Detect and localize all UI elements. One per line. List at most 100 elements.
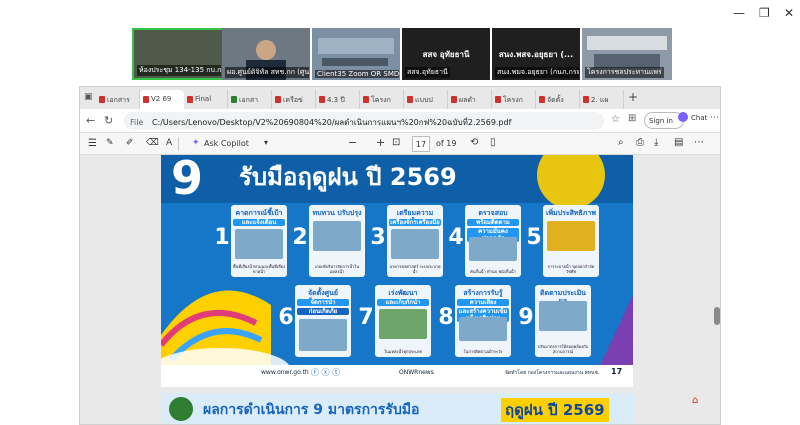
text-icon[interactable]: A <box>166 138 172 148</box>
participant-tile[interactable]: สสจ อุทัยธานี สสจ.อุทัยธานี <box>402 28 490 80</box>
page-number-input[interactable]: 17 <box>412 136 430 152</box>
measure-description: คันกั้นน้ำ ทำนบ พนังกั้นน้ำ <box>470 269 516 274</box>
tab-label: ผลดำ <box>459 96 476 104</box>
save-as-icon[interactable]: ▤ <box>674 137 683 148</box>
find-icon[interactable]: ⌕ <box>618 137 624 148</box>
pdf-more-icon[interactable]: ⋯ <box>694 137 704 148</box>
pdf-icon <box>275 96 281 103</box>
tab-actions-icon[interactable]: ▣ <box>84 92 93 102</box>
ask-copilot-dropdown-icon[interactable]: ▾ <box>264 138 268 147</box>
rotate-icon[interactable]: ⟲ <box>470 137 478 148</box>
fit-page-icon[interactable]: ⊡ <box>392 137 400 148</box>
participant-tile[interactable]: ผอ.ศูนย์ดิจิทัล สทช.กก (ศูนย์กลาง) <box>222 28 310 80</box>
participant-name: Client35 Zoom OR SMDAC <box>315 70 400 78</box>
participant-name: โครงการชลประทานแพร่ <box>585 67 664 78</box>
measure-illustration <box>459 317 507 341</box>
browser-tab[interactable]: ผลดำ <box>448 90 492 109</box>
footer-web: www.onwr.go.th <box>261 369 309 376</box>
measure-illustration <box>235 229 283 259</box>
browser-tab[interactable]: จัดตั้ง <box>536 90 580 109</box>
browser-tab-active[interactable]: V2 69 <box>140 90 184 109</box>
participant-tile[interactable]: Client35 Zoom OR SMDAC <box>312 28 400 80</box>
browser-tab[interactable]: เอกสาร <box>96 90 140 109</box>
measure-card: จัดตั้งศูนย์บัญชาการ จัดการน้ำ ก่อนเกิดภ… <box>295 285 351 357</box>
participant-name: สสจ.อุทัยธานี <box>405 67 450 78</box>
browser-tab[interactable]: โครงก <box>492 90 536 109</box>
erase-icon[interactable]: ⌫ <box>146 138 159 148</box>
pdf-viewer[interactable]: 9 รับมือฤดูฝน ปี 2569 1 คาดการณ์ชี้เป้า … <box>80 155 720 424</box>
zoom-in-button[interactable]: + <box>376 136 385 149</box>
browser-tab[interactable]: โครงก <box>360 90 404 109</box>
print-icon[interactable]: ⎙ <box>636 137 644 148</box>
pdf-icon <box>143 96 149 103</box>
participant-tile[interactable]: สนง.พสจ.อยุธยา (... สนง.พมจ.อยุธยา (กนภ.… <box>492 28 580 80</box>
participant-display-name: สสจ อุทัยธานี <box>422 50 470 59</box>
ask-copilot-button[interactable]: Ask Copilot <box>204 139 249 148</box>
page-total: of 19 <box>436 139 457 148</box>
tab-label: 4.3 ปี <box>327 96 345 104</box>
pdf-icon <box>363 96 369 103</box>
measure-title: เร่งพัฒนา <box>388 289 418 297</box>
back-icon[interactable]: ← <box>86 114 95 127</box>
favorite-icon[interactable]: ☆ <box>611 114 620 125</box>
social-icons: ⓕ ⓧ ⓣ <box>311 368 341 377</box>
browser-tab[interactable]: 2. แผ <box>580 90 624 109</box>
footer-credit: จัดทำโดย กองโครงการและแผนงาน สทนช. <box>505 370 600 376</box>
zoom-out-button[interactable]: − <box>348 136 357 149</box>
measure-subtitle: พร้อมติดตาม <box>467 219 519 226</box>
more-options-icon[interactable]: ⋯ <box>710 113 719 123</box>
browser-tab[interactable]: เอกสา <box>228 90 272 109</box>
measure-number: 1 <box>214 225 230 250</box>
draw-icon[interactable]: ✎ <box>106 138 114 148</box>
measure-illustration <box>469 237 517 261</box>
new-tab-button[interactable]: + <box>628 90 638 104</box>
measure-subtitle: และเก็บกักน้ำ <box>377 299 429 306</box>
measure-illustration <box>379 309 427 339</box>
close-button[interactable]: ✕ <box>784 6 794 20</box>
chat-button[interactable]: Chat <box>691 114 707 122</box>
tab-label: Final <box>195 95 212 103</box>
browser-window: ▣ เอกสาร V2 69 Final เอกสา เครือข่ 4.3 ป… <box>79 86 721 425</box>
tab-label: แบบป <box>415 96 433 104</box>
pdf-icon <box>539 96 545 103</box>
browser-tab[interactable]: เครือข่ <box>272 90 316 109</box>
vertical-scrollbar[interactable] <box>714 157 720 422</box>
page-view-icon[interactable]: ▯ <box>490 137 496 148</box>
extensions-icon[interactable]: ⊞ <box>628 113 636 124</box>
measure-number: 3 <box>370 225 386 250</box>
scrollbar-thumb[interactable] <box>714 307 720 325</box>
pdf-icon <box>495 96 501 103</box>
acrobat-icon[interactable]: ⌂ <box>692 395 698 406</box>
tab-label: 2. แผ <box>591 96 609 104</box>
highlight-icon[interactable]: ✐ <box>126 138 134 148</box>
minimize-button[interactable]: — <box>733 6 745 20</box>
save-icon[interactable]: ⤓ <box>654 137 658 148</box>
pdf-icon <box>319 96 325 103</box>
toolbar-divider <box>178 137 179 151</box>
tab-label: V2 69 <box>151 95 172 103</box>
tab-label: เครือข่ <box>283 96 303 104</box>
participant-tile[interactable]: ห้องประชุม 134-135 กบ.กรม <box>132 28 224 80</box>
measure-card: คาดการณ์ชี้เป้า และแจ้งเตือน พื้นที่เสี่… <box>231 205 287 277</box>
measure-illustration <box>547 221 595 251</box>
measure-description: อาคารชลศาสตร์ ระบบระบายน้ำ <box>389 264 441 274</box>
measure-subtitle: และแจ้งเตือน <box>233 219 285 226</box>
browser-tab[interactable]: แบบป <box>404 90 448 109</box>
browser-tab[interactable]: Final <box>184 90 228 109</box>
participant-name: สนง.พมจ.อยุธยา (กนภ.กรมฯ) <box>495 67 580 78</box>
pdf-icon <box>583 96 589 103</box>
tab-label: เอกสา <box>239 96 259 104</box>
restore-button[interactable]: ❐ <box>759 6 770 20</box>
measure-card: สร้างการรับรู้ ความเสี่ยง และสร้างความเข… <box>455 285 511 357</box>
ask-copilot-icon[interactable]: ✦ <box>192 138 200 148</box>
participant-tile[interactable]: โครงการชลประทานแพร่ <box>582 28 672 80</box>
measure-description: เกณฑ์บริหารจัดการน้ำในแหล่งน้ำ <box>315 264 359 274</box>
url-field[interactable]: File C:/Users/Lenovo/Desktop/V2%20690804… <box>124 112 604 130</box>
copilot-icon[interactable] <box>678 112 688 122</box>
refresh-icon[interactable]: ↻ <box>104 114 113 127</box>
browser-tab[interactable]: 4.3 ปี <box>316 90 360 109</box>
pdf-page: 9 รับมือฤดูฝน ปี 2569 1 คาดการณ์ชี้เป้า … <box>161 155 633 387</box>
page-number: 17 <box>611 367 623 376</box>
contents-icon[interactable]: ☰ <box>88 138 97 149</box>
measure-number: 4 <box>448 225 464 250</box>
